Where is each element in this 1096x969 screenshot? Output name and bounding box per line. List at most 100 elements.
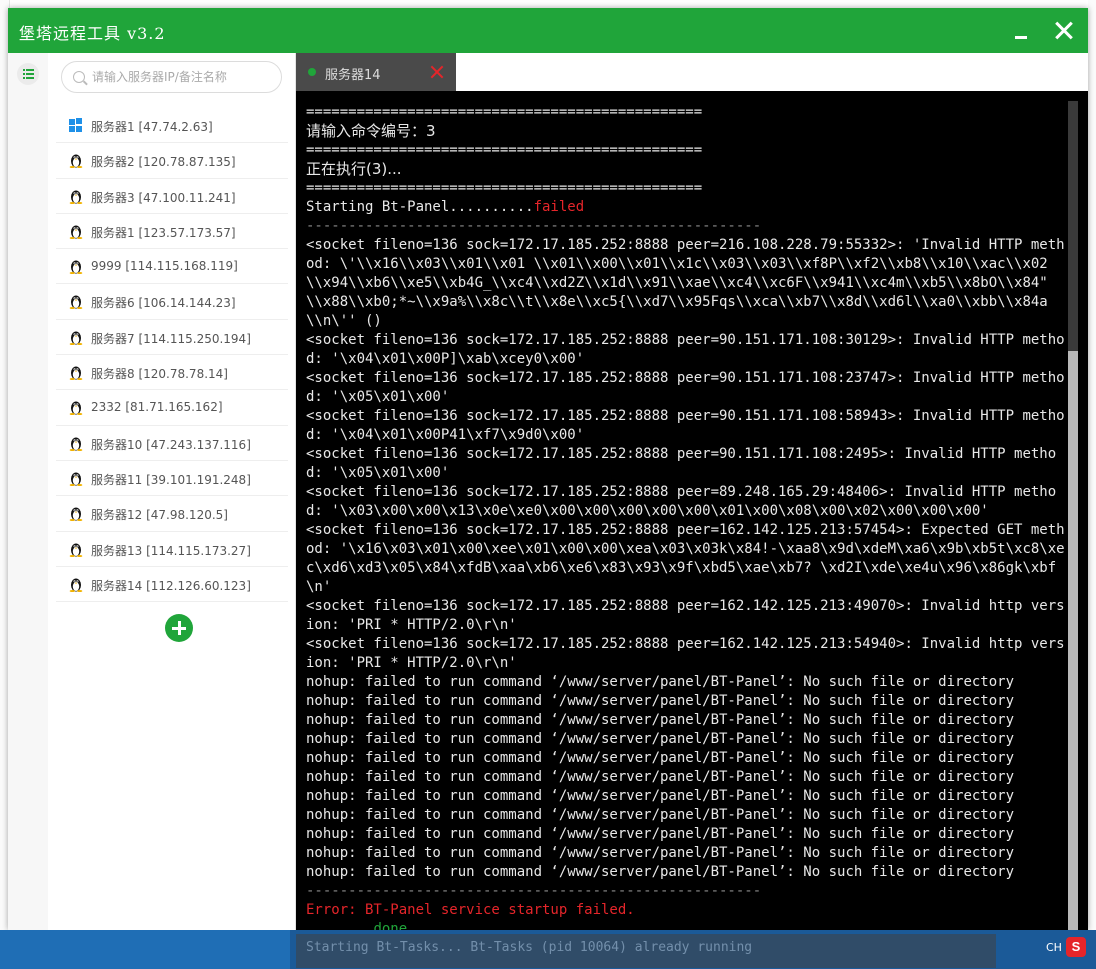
terminal-line-text: <socket fileno=136 sock=172.17.185.252:8… [306,370,1065,405]
server-list-item[interactable]: 服务器8 [120.78.78.14] [56,355,288,391]
server-list-item[interactable]: 服务器2 [120.78.87.135] [56,143,288,179]
terminal-line-text: nohup: failed to run command ‘/www/serve… [306,712,1015,728]
terminal-line: 正在执行(3)... [306,160,1066,179]
server-list-item[interactable]: 服务器1 [47.74.2.63] [56,108,288,144]
terminal-status-text: failed [533,199,585,215]
terminal-line-text: nohup: failed to run command ‘/www/serve… [306,693,1015,709]
taskbar-preview-text: Starting Bt-Tasks... Bt-Tasks (pid 10064… [306,940,753,955]
server-list-item[interactable]: 服务器6 [106.14.144.23] [56,284,288,320]
add-server-button[interactable] [165,614,193,642]
terminal-line: <socket fileno=136 sock=172.17.185.252:8… [306,521,1066,597]
terminal-line: done [306,920,1066,930]
windows-icon [69,118,83,133]
background-window-right-edge [1088,0,1096,930]
linux-icon [69,153,83,169]
linux-icon [69,436,83,451]
linux-icon [69,330,83,345]
server-list-item[interactable]: 服务器11 [39.101.191.248] [56,461,288,497]
terminal-line-text: Starting Bt-Panel.......... [306,199,534,215]
close-tab-icon[interactable] [429,64,445,80]
server-label: 服务器2 [120.78.87.135] [91,155,236,170]
terminal-line: <socket fileno=136 sock=172.17.185.252:8… [306,483,1066,521]
title-bar: 堡塔远程工具 v3.2 [8,8,1088,53]
search-input[interactable] [92,66,277,88]
connection-status-dot [308,68,316,76]
terminal-line: Starting Bt-Panel..........failed [306,198,1066,217]
server-label: 服务器13 [114.115.173.27] [91,543,251,558]
terminal-line: ========================================… [306,179,1066,198]
server-label: 服务器1 [123.57.173.57] [91,225,236,240]
terminal-line: <socket fileno=136 sock=172.17.185.252:8… [306,597,1066,635]
terminal-line-text: nohup: failed to run command ‘/www/serve… [306,750,1015,766]
terminal-line: ========================================… [306,103,1066,122]
server-list-item[interactable]: 9999 [114.115.168.119] [56,249,288,285]
linux-icon [69,542,83,557]
server-list-item[interactable]: 服务器7 [114.115.250.194] [56,320,288,356]
terminal-line-text: nohup: failed to run command ‘/www/serve… [306,788,1015,804]
terminal-output[interactable]: ========================================… [296,91,1088,930]
server-list-item[interactable]: 服务器3 [47.100.11.241] [56,179,288,214]
terminal-line: <socket fileno=136 sock=172.17.185.252:8… [306,445,1066,483]
app-window: 堡塔远程工具 v3.2 服务器1 [47.74.2.63] 服务器2 [120.7… [8,8,1088,930]
server-list-item[interactable]: 服务器14 [112.126.60.123] [56,567,288,603]
minimize-button[interactable] [1004,14,1038,48]
terminal-line-text: nohup: failed to run command ‘/www/serve… [306,845,1015,861]
terminal-line: nohup: failed to run command ‘/www/serve… [306,787,1066,806]
terminal-line: <socket fileno=136 sock=172.17.185.252:8… [306,236,1066,331]
server-sidebar: 服务器1 [47.74.2.63] 服务器2 [120.78.87.135] 服务器… [48,53,296,930]
terminal-line-text: 请输入命令编号：3 [306,122,436,140]
search-box [61,61,282,93]
language-indicator[interactable]: CH [1046,941,1062,954]
terminal-line-text: <socket fileno=136 sock=172.17.185.252:8… [306,446,1057,481]
server-list-item[interactable]: 2332 [81.71.165.162] [56,390,288,426]
terminal-line-text: <socket fileno=136 sock=172.17.185.252:8… [306,237,1065,329]
linux-icon [69,294,83,310]
tab-label: 服务器14 [325,68,381,83]
terminal-scrollbar-thumb[interactable] [1068,351,1078,930]
server-label: 服务器6 [106.14.144.23] [91,296,236,311]
terminal-line: <socket fileno=136 sock=172.17.185.252:8… [306,331,1066,369]
terminal-line: <socket fileno=136 sock=172.17.185.252:8… [306,635,1066,673]
server-list-item[interactable]: 服务器1 [123.57.173.57] [56,214,288,250]
terminal-line-text: <socket fileno=136 sock=172.17.185.252:8… [306,484,1057,519]
terminal-line-text: <socket fileno=136 sock=172.17.185.252:8… [306,598,1065,633]
terminal-line-text: ----------------------------------------… [306,883,762,899]
linux-icon [69,224,83,239]
terminal-line-text: <socket fileno=136 sock=172.17.185.252:8… [306,332,1065,367]
terminal-line: nohup: failed to run command ‘/www/serve… [306,863,1066,882]
terminal-line: nohup: failed to run command ‘/www/serve… [306,768,1066,787]
linux-icon [69,471,83,486]
terminal-line-text: <socket fileno=136 sock=172.17.185.252:8… [306,408,1065,443]
server-label: 2332 [81.71.165.162] [91,400,223,415]
server-label: 服务器1 [47.74.2.63] [91,120,213,134]
tab-server14[interactable]: 服务器14 [296,53,456,91]
server-label: 服务器14 [112.126.60.123] [91,578,251,593]
close-window-button[interactable] [1048,14,1082,48]
server-list-item[interactable]: 服务器10 [47.243.137.116] [56,426,288,461]
list-menu-icon[interactable] [17,63,39,85]
linux-icon [69,506,83,522]
linux-icon [69,259,83,275]
server-label: 服务器10 [47.243.137.116] [91,437,251,452]
terminal-line: 请输入命令编号：3 [306,122,1066,141]
terminal-line: Error: BT-Panel service startup failed. [306,901,1066,920]
terminal-line-text: nohup: failed to run command ‘/www/serve… [306,674,1015,690]
linux-icon [69,400,83,416]
terminal-line-text: ========================================… [306,180,703,196]
linux-icon [69,189,83,204]
taskbar-window-preview: Starting Bt-Tasks... Bt-Tasks (pid 10064… [296,934,996,968]
terminal-line-text: <socket fileno=136 sock=172.17.185.252:8… [306,522,1065,595]
server-label: 服务器8 [120.78.78.14] [91,367,228,382]
terminal-line: ----------------------------------------… [306,217,1066,236]
terminal-line: nohup: failed to run command ‘/www/serve… [306,692,1066,711]
server-list-item[interactable]: 服务器12 [47.98.120.5] [56,496,288,532]
search-icon [73,71,85,83]
ime-icon[interactable]: S [1066,937,1086,957]
terminal-line-text: nohup: failed to run command ‘/www/serve… [306,864,1015,880]
server-list: 服务器1 [47.74.2.63] 服务器2 [120.78.87.135] 服务器… [56,108,288,603]
terminal-line-text: nohup: failed to run command ‘/www/serve… [306,731,1015,747]
terminal-line-text: ========================================… [306,104,703,120]
window-title: 堡塔远程工具 v3.2 [19,24,166,43]
taskbar-start-area[interactable] [0,930,290,969]
server-list-item[interactable]: 服务器13 [114.115.173.27] [56,532,288,567]
